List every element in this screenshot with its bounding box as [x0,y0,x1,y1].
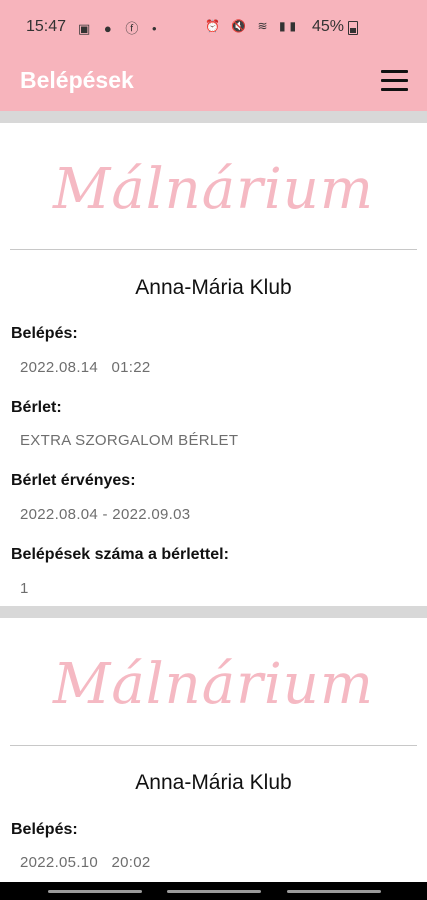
club-name: Anna-Mária Klub [135,771,292,794]
entry-count-label: Belépések száma a bérlettel: [11,546,229,563]
notification-icons: ▣ ● ⓕ • [78,21,162,36]
entry-count-value: 1 [20,580,29,597]
status-time: 15:47 [26,18,67,35]
divider [10,249,417,250]
pass-value: EXTRA SZORGALOM BÉRLET [20,432,239,449]
validity-label: Bérlet érvényes: [11,472,136,489]
entry-label: Belépés: [11,821,78,838]
entry-value: 2022.05.10 20:02 [20,854,151,871]
nav-handle-center[interactable] [167,890,261,893]
entry-value: 2022.08.14 01:22 [20,359,151,376]
nav-handle-right[interactable] [287,890,381,893]
divider [10,745,417,746]
battery-icon [348,21,358,35]
validity-value: 2022.08.04 - 2022.09.03 [20,506,191,523]
malnarium-logo: Málnárium [53,157,374,222]
app-bar: Belépések [0,55,427,111]
page-title: Belépések [20,67,134,93]
hamburger-menu-icon[interactable] [381,67,411,95]
system-icons: ⏰ 🔇 ≋ ▮▮ [205,19,301,33]
entry-card: Málnárium Anna-Mária Klub Belépés: 2022.… [0,618,427,882]
entry-label: Belépés: [11,325,78,342]
pass-label: Bérlet: [11,399,62,416]
malnarium-logo: Málnárium [53,652,374,717]
nav-handle-left[interactable] [48,890,142,893]
status-bar: 15:47 ▣ ● ⓕ • ⏰ 🔇 ≋ ▮▮ 45% [0,0,427,55]
entry-card: Málnárium Anna-Mária Klub Belépés: 2022.… [0,123,427,606]
battery-level: 45% [312,18,345,35]
system-nav-bar [0,882,427,900]
club-name: Anna-Mária Klub [135,276,292,299]
